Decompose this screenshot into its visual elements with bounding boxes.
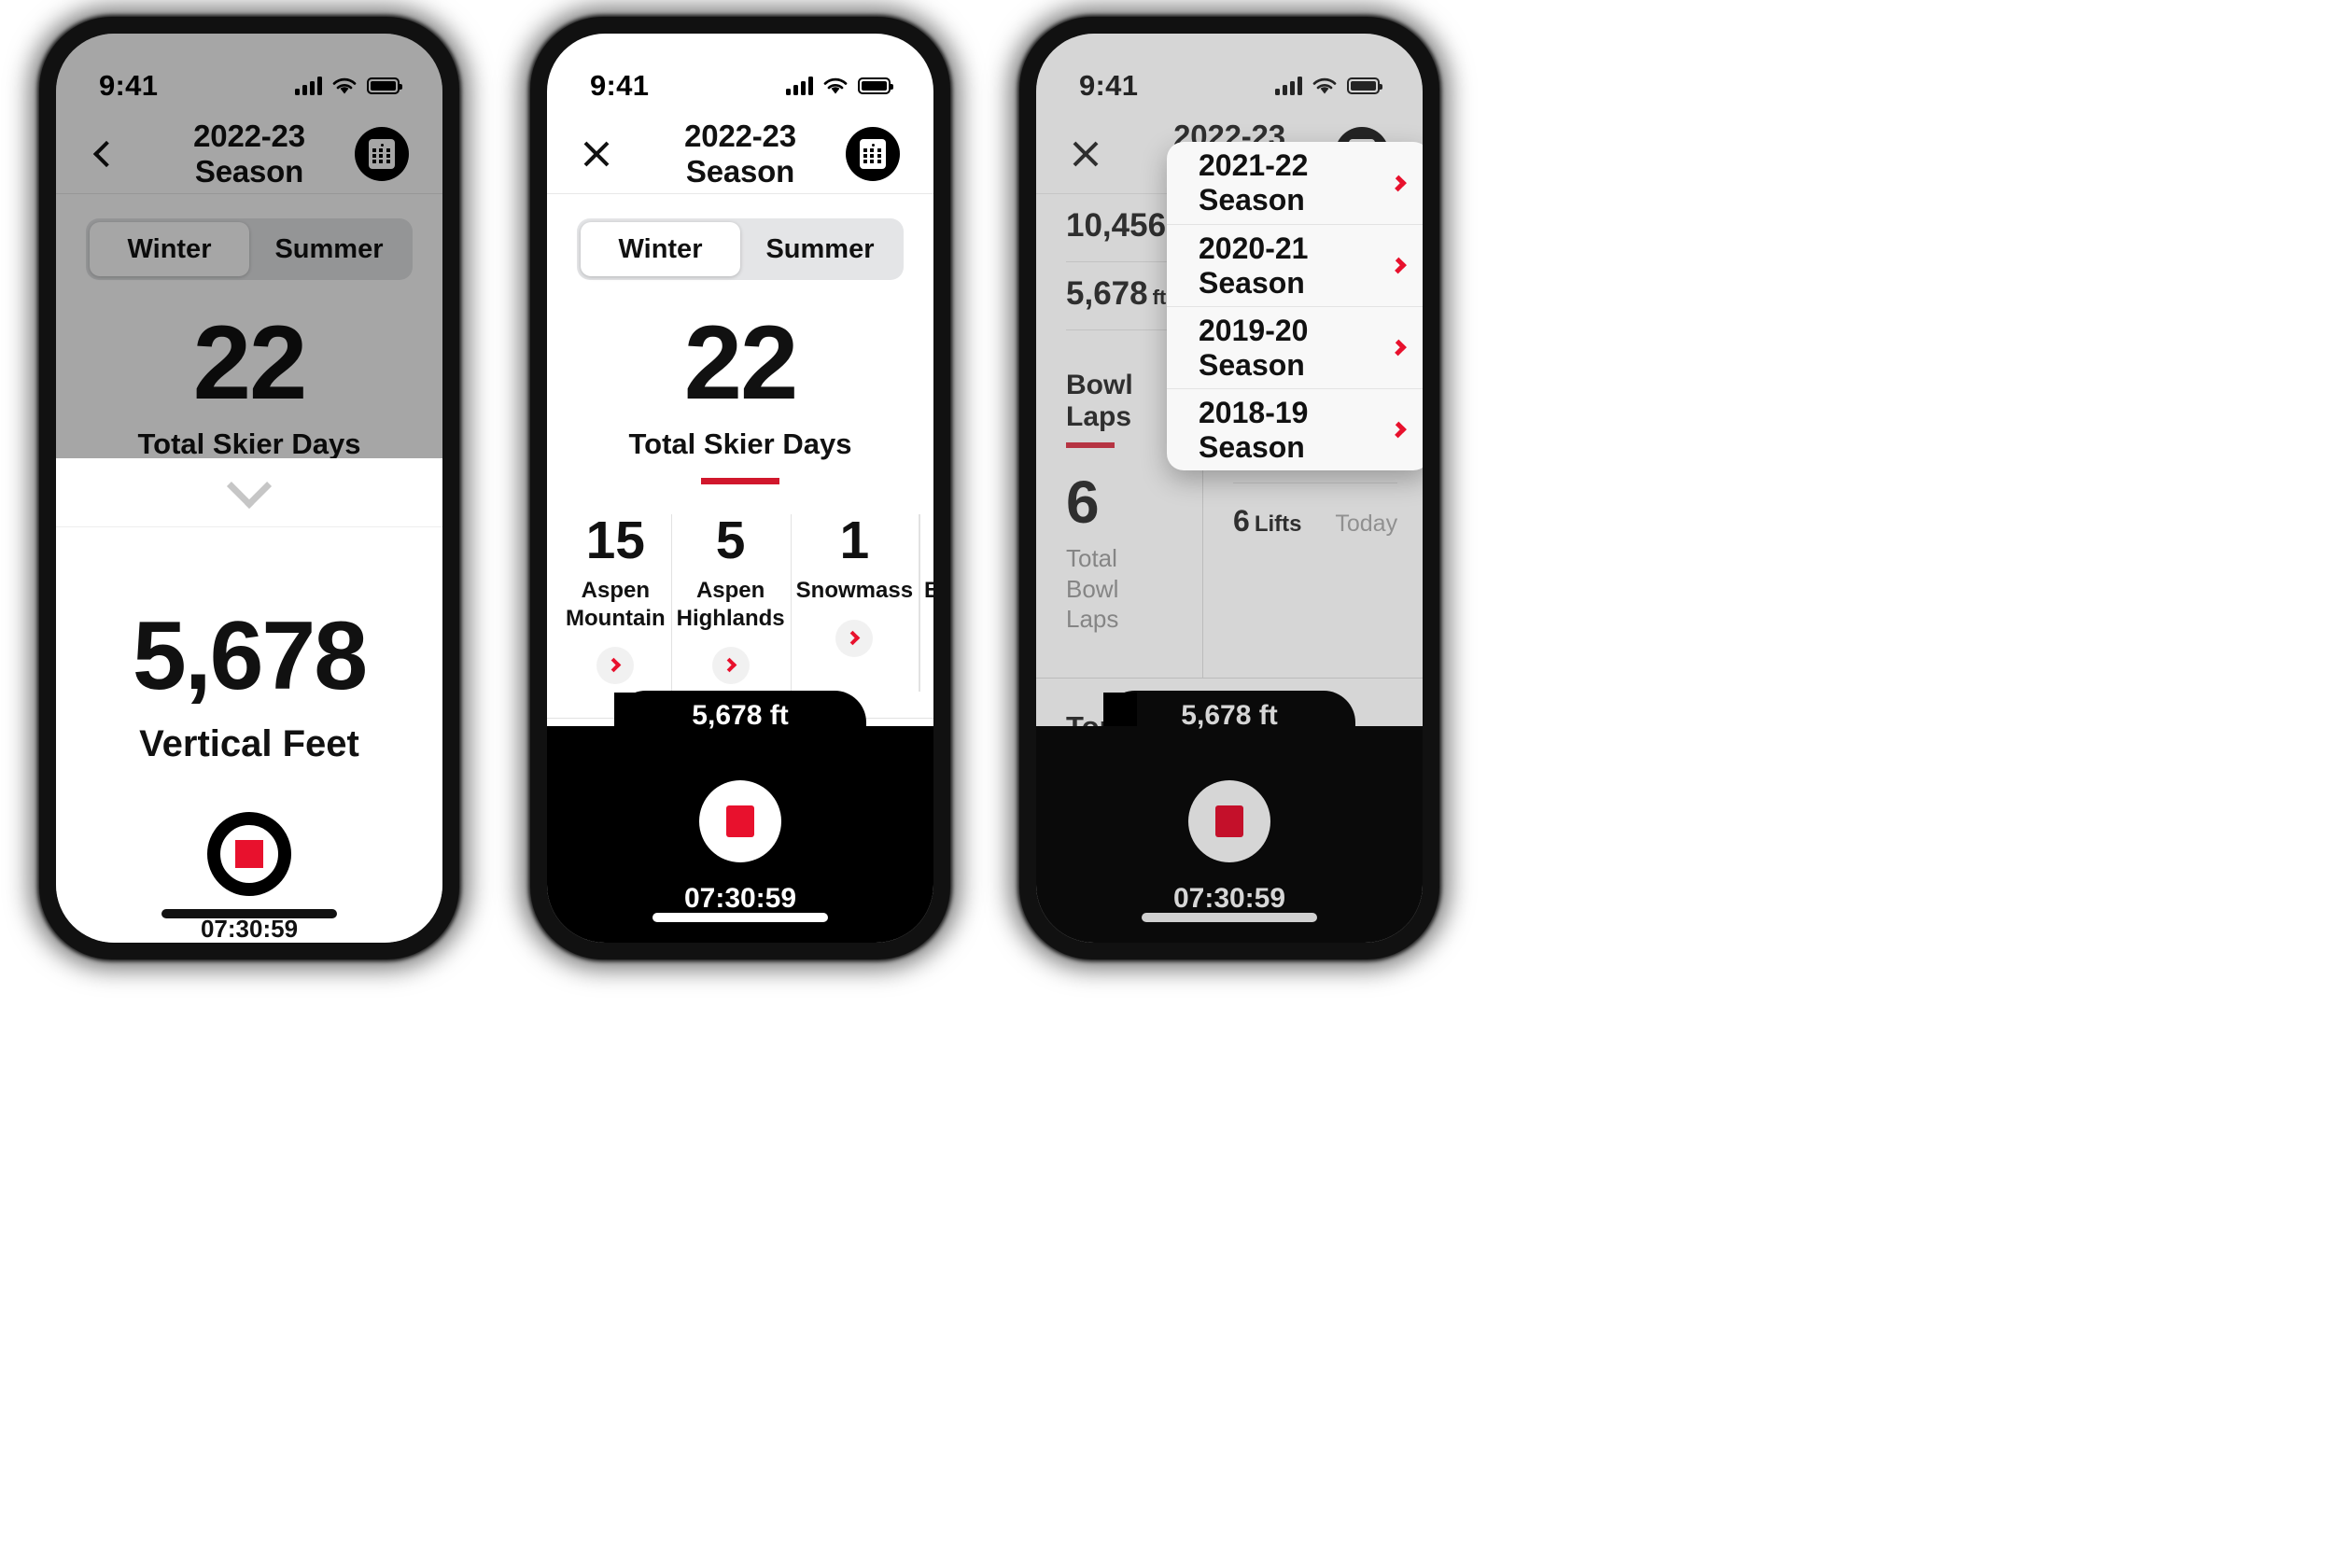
close-icon [581, 138, 612, 170]
lift-unit: Lifts [1254, 511, 1302, 537]
phone-1: 9:41 2022-23 Season Winter Summer 22 Tot… [39, 17, 459, 959]
chevron-right-icon [722, 658, 737, 673]
cellular-signal-icon [1275, 77, 1302, 95]
mountain-label: Snowmass [795, 578, 914, 604]
tracker-distance: 5,678 ft [1181, 700, 1278, 731]
lift-row: 6 Lifts Today [1233, 483, 1398, 557]
status-bar: 9:41 [1036, 34, 1423, 114]
mountain-detail-button[interactable] [596, 646, 635, 684]
stat-value: 10,456 [1066, 207, 1167, 244]
chevron-down-icon [226, 463, 273, 509]
menu-item-season[interactable]: 2019-20 Season [1167, 306, 1423, 388]
mountain-value: 1 [839, 511, 870, 571]
mountain-label: Aspen Mountain [566, 578, 666, 631]
tab-summer[interactable]: Summer [740, 222, 900, 276]
menu-item-label: 2018-19 Season [1199, 395, 1309, 464]
status-time: 9:41 [590, 69, 650, 102]
home-indicator [161, 909, 337, 918]
close-button[interactable] [581, 138, 646, 170]
mountain-label: Buttermilk [924, 578, 933, 604]
mountain-label: Aspen Highlands [676, 578, 785, 631]
mountain-item[interactable]: 1 Snowmass [790, 511, 919, 708]
menu-item-label: 2019-20 Season [1199, 313, 1309, 382]
sheet-collapse-handle[interactable] [56, 458, 442, 527]
lift-key: Today [1335, 511, 1398, 537]
hero-value: 22 [683, 304, 799, 421]
menu-item-season[interactable]: 2018-19 Season [1167, 388, 1423, 470]
season-segmented-control: Winter Summer [547, 194, 933, 280]
red-rule [1066, 442, 1115, 448]
status-time: 9:41 [1079, 69, 1139, 102]
mountain-value: 15 [585, 511, 646, 571]
mountain-breakdown: 15 Aspen Mountain 5 Aspen Highlands 1 Sn… [547, 511, 933, 708]
hero-stat: 22 Total Skier Days [547, 280, 933, 485]
status-icons [786, 77, 893, 95]
season-dropdown-menu: 2021-22 Season 2020-21 Season 2019-20 Se… [1167, 142, 1423, 470]
tracker-bar: 5,678 ft 07:30:59 [1036, 691, 1423, 943]
chevron-right-icon [846, 630, 861, 646]
lift-value: 6 [1233, 504, 1250, 538]
mountain-item[interactable]: 15 Aspen Mountain [560, 511, 671, 708]
screenshot-stage: 9:41 2022-23 Season Winter Summer 22 Tot… [0, 0, 2343, 1568]
stat-unit: ft [1152, 286, 1167, 309]
elapsed-time: 07:30:59 [683, 883, 797, 914]
stat-value: 5,678 [1066, 275, 1148, 312]
menu-item-label: 2020-21 Season [1199, 231, 1309, 300]
wifi-icon [823, 77, 848, 93]
battery-icon [1347, 77, 1382, 94]
mountain-value: 1 [924, 514, 933, 567]
bowl-sub-label: Total Bowl Laps [1066, 543, 1172, 635]
stop-record-icon[interactable] [1188, 780, 1270, 862]
calendar-button[interactable] [835, 126, 900, 181]
calendar-icon [846, 126, 900, 181]
elapsed-time: 07:30:59 [200, 915, 299, 943]
bowl-sub-line2: Bowl Laps [1066, 574, 1119, 634]
phone-1-screen: 9:41 2022-23 Season Winter Summer 22 Tot… [56, 34, 442, 943]
mountain-detail-button[interactable] [711, 646, 750, 684]
close-icon [1070, 138, 1101, 170]
red-rule [701, 478, 779, 485]
phone-2-screen: 9:41 2022-23 Season Winter Summer 22 Tot… [547, 34, 933, 943]
phone-3: 9:41 2022-23 Season [1019, 17, 1439, 959]
mountain-item[interactable]: 5 Aspen Highlands [670, 511, 791, 708]
nav-bar: 2022-23 Season [547, 114, 933, 194]
close-button[interactable] [1070, 138, 1135, 170]
sheet-label: Vertical Feet [139, 723, 359, 764]
status-bar: 9:41 [547, 34, 933, 114]
menu-item-label: 2021-22 Season [1199, 148, 1309, 217]
cellular-signal-icon [786, 77, 813, 95]
tracker-bottom-sheet: 5,678 Vertical Feet 07:30:59 View My Sta… [56, 458, 442, 943]
elapsed-time: 07:30:59 [1172, 883, 1286, 914]
sheet-body: 5,678 Vertical Feet 07:30:59 View My Sta… [56, 527, 442, 943]
mountain-detail-button[interactable] [835, 619, 874, 657]
home-indicator [652, 913, 828, 922]
section-title: Bowl Laps [1066, 370, 1133, 432]
mountain-item[interactable]: 1 Buttermilk [919, 511, 933, 708]
phone-3-screen: 9:41 2022-23 Season [1036, 34, 1423, 943]
bowl-value: 6 [1066, 469, 1100, 536]
mountain-value: 5 [715, 511, 746, 571]
tab-winter[interactable]: Winter [581, 222, 740, 276]
home-indicator [1142, 913, 1317, 922]
menu-item-season[interactable]: 2021-22 Season [1167, 142, 1423, 224]
stop-record-icon[interactable] [207, 812, 291, 896]
tracker-distance: 5,678 ft [692, 700, 789, 731]
stop-record-icon[interactable] [699, 780, 781, 862]
hero-label: Total Skier Days [628, 427, 852, 461]
chevron-right-icon [607, 658, 622, 673]
status-icons [1275, 77, 1382, 95]
page-title: 2022-23 Season [684, 118, 796, 189]
sheet-value: 5,678 [132, 602, 368, 710]
phone-2: 9:41 2022-23 Season Winter Summer 22 Tot… [530, 17, 950, 959]
wifi-icon [1312, 77, 1337, 93]
bowl-sub-line1: Total [1066, 544, 1117, 572]
menu-item-season[interactable]: 2020-21 Season [1167, 224, 1423, 306]
tracker-bar: 5,678 ft 07:30:59 [547, 691, 933, 943]
battery-icon [858, 77, 893, 94]
